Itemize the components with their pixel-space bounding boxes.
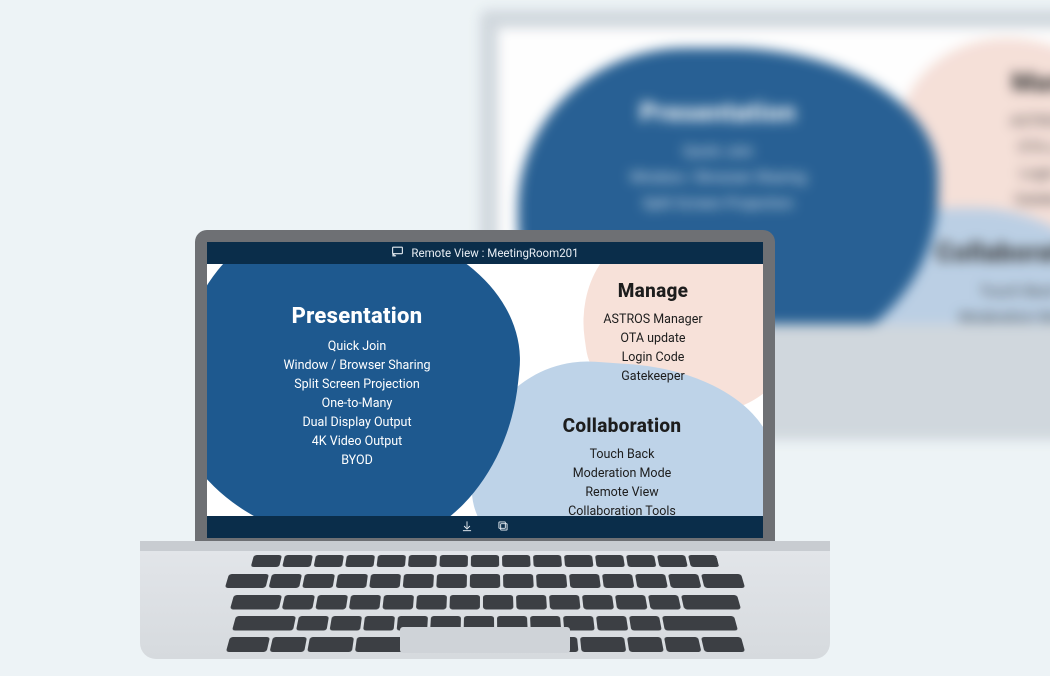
laptop-base <box>140 541 830 659</box>
copy-icon[interactable] <box>496 518 510 537</box>
list-item: Moderation Mode <box>497 464 747 483</box>
list-item: Split Screen Projection <box>217 375 497 394</box>
bg-presentation-title: Presentation <box>538 98 898 128</box>
list-item: Dual Display Output <box>217 413 497 432</box>
laptop-screen: Remote View : MeetingRoom201 Presentatio… <box>207 242 763 538</box>
section-collaboration: Collaboration Touch Back Moderation Mode… <box>497 414 747 516</box>
list-item: Quick Join <box>217 337 497 356</box>
list-item: 4K Video Output <box>217 432 497 451</box>
list-item: Login Code <box>563 348 743 367</box>
screen-content: Presentation Quick Join Window / Browser… <box>207 264 763 516</box>
bg-collab-title: Collaboration <box>878 238 1050 268</box>
remote-view-label: Remote View : MeetingRoom201 <box>411 246 578 260</box>
list-item: Gatekeeper <box>563 367 743 386</box>
list-item: OTA update <box>563 329 743 348</box>
section-manage: Manage ASTROS Manager OTA update Login C… <box>563 279 743 386</box>
section-presentation: Presentation Quick Join Window / Browser… <box>217 304 497 470</box>
list-item: Collaboration Tools <box>497 502 747 516</box>
cast-icon <box>391 245 404 261</box>
list-item: Touch Back <box>497 445 747 464</box>
collaboration-title: Collaboration <box>497 414 747 437</box>
presentation-title: Presentation <box>217 304 497 329</box>
bg-manage-title: Man <box>928 68 1050 98</box>
download-icon[interactable] <box>460 518 474 537</box>
list-item: Remote View <box>497 483 747 502</box>
list-item: ASTROS Manager <box>563 310 743 329</box>
remote-view-topbar: Remote View : MeetingRoom201 <box>207 242 763 264</box>
trackpad <box>400 627 570 653</box>
remote-view-toolbar <box>207 516 763 538</box>
laptop-lid: Remote View : MeetingRoom201 Presentatio… <box>195 230 775 542</box>
list-item: Window / Browser Sharing <box>217 356 497 375</box>
list-item: One-to-Many <box>217 394 497 413</box>
manage-title: Manage <box>563 279 743 302</box>
laptop: Remote View : MeetingRoom201 Presentatio… <box>140 230 830 659</box>
list-item: BYOD <box>217 451 497 470</box>
